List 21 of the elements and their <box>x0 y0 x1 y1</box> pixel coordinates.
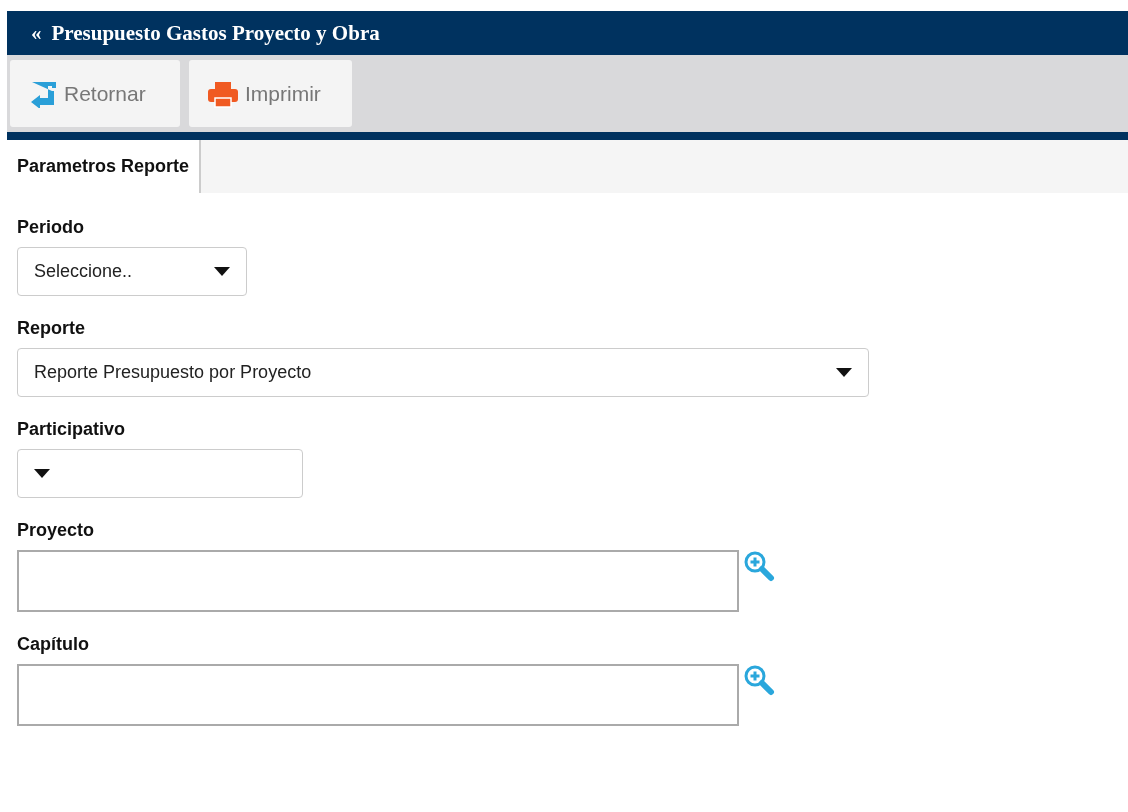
printer-icon <box>207 79 239 108</box>
caret-icon <box>836 368 852 377</box>
window-title: Presupuesto Gastos Proyecto y Obra <box>51 20 380 46</box>
field-label: Reporte <box>17 318 86 339</box>
tab[interactable]: Parametros Reporte <box>7 140 202 193</box>
field-label: Proyecto <box>17 520 96 541</box>
field-label: Capítulo <box>17 634 90 655</box>
field-label: Participativo <box>17 419 127 440</box>
return-button[interactable]: Retornar <box>10 60 180 127</box>
back-glyph[interactable]: « <box>31 20 42 46</box>
print-button[interactable]: Imprimir <box>189 60 352 127</box>
zoom-in-magnifier-icon[interactable] <box>743 550 777 582</box>
caret-icon <box>214 267 230 276</box>
zoom-in-magnifier-icon[interactable] <box>743 664 777 696</box>
dropdown-field[interactable]: Seleccione.. <box>17 247 247 296</box>
field-label: Periodo <box>17 217 85 238</box>
caret-icon <box>34 469 50 478</box>
dropdown-field[interactable]: Reporte Presupuesto por Proyecto <box>17 348 869 397</box>
input-field[interactable] <box>17 664 739 726</box>
input-field[interactable] <box>17 550 739 612</box>
dropdown-field[interactable] <box>17 449 303 498</box>
